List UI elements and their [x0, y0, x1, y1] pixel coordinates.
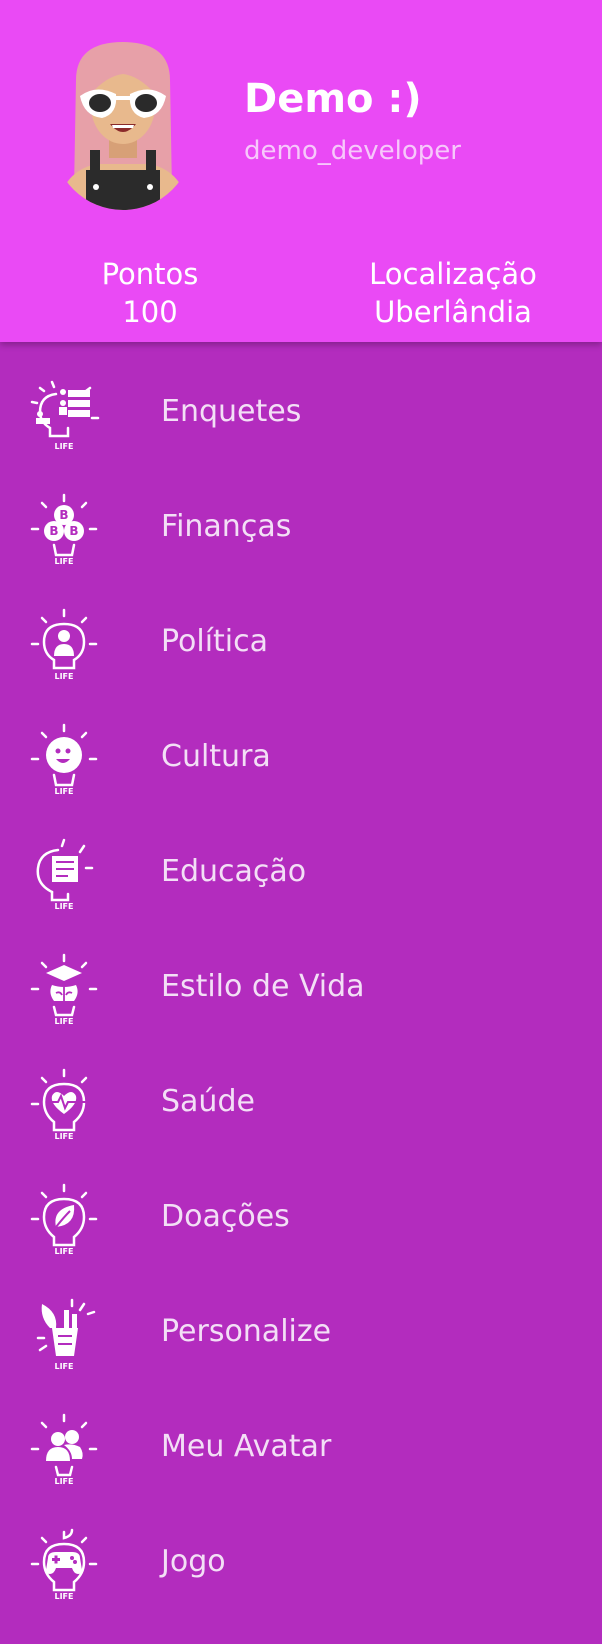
life-caption: LIFE — [54, 902, 73, 910]
menu-label: Personalize — [161, 1314, 332, 1349]
menu-label: Enquetes — [161, 394, 302, 429]
svg-text:B: B — [49, 524, 58, 538]
menu-label: Finanças — [161, 509, 292, 544]
menu-item-cultura[interactable]: LIFE Cultura — [0, 701, 602, 816]
menu-label: Jogo — [161, 1544, 226, 1579]
life-caption: LIFE — [54, 787, 73, 795]
life-caption: LIFE — [54, 1477, 73, 1485]
menu-item-financas[interactable]: BBB LIFE Finanças — [0, 471, 602, 586]
menu-item-estilo-de-vida[interactable]: LIFE Estilo de Vida — [0, 931, 602, 1046]
location-value: Uberlândia — [374, 295, 532, 329]
life-caption: LIFE — [54, 1017, 73, 1025]
avatar[interactable] — [56, 40, 190, 216]
life-caption: LIFE — [54, 442, 73, 450]
points-label: Pontos — [101, 257, 199, 291]
menu-item-meu-avatar[interactable]: LIFE Meu Avatar — [0, 1391, 602, 1506]
menu-item-saude[interactable]: LIFE Saúde — [0, 1046, 602, 1161]
menu-label: Saúde — [161, 1084, 255, 1119]
menu-item-jogo[interactable]: LIFE Jogo — [0, 1506, 602, 1621]
bitcoin-bulb-icon: BB B LIFE — [30, 493, 98, 565]
menu-label: Doações — [161, 1199, 290, 1234]
points-value: 100 — [122, 295, 178, 329]
menu-item-educacao[interactable]: LIFE Educação — [0, 816, 602, 931]
heartbeat-bulb-icon: LIFE — [30, 1068, 88, 1140]
life-caption: LIFE — [54, 1362, 73, 1370]
points-stat: Pontos 100 — [50, 255, 250, 331]
chalkboard-bulb-icon: LIFE — [36, 838, 94, 910]
menu-label: Meu Avatar — [161, 1429, 332, 1464]
menu-item-doacoes[interactable]: LIFE Doações — [0, 1161, 602, 1276]
menu-label: Estilo de Vida — [161, 969, 365, 1004]
profile-header: Demo :) demo_developer Pontos 100 Locali… — [0, 0, 602, 342]
life-caption: LIFE — [54, 1132, 73, 1140]
profile-name: Demo :) — [244, 76, 422, 122]
menu-item-personalize[interactable]: LIFE Personalize — [0, 1276, 602, 1391]
location-stat: Localização Uberlândia — [353, 255, 553, 331]
menu-item-enquetes[interactable]: LIFE Enquetes — [0, 356, 602, 471]
gamepad-bulb-icon: LIFE — [30, 1528, 98, 1600]
poll-bulb-icon: LIFE — [30, 380, 100, 450]
menu-label: Política — [161, 624, 269, 659]
leaf-bulb-icon: LIFE — [30, 1183, 98, 1255]
users-bulb-icon: LIFE — [30, 1413, 98, 1485]
location-label: Localização — [369, 257, 537, 291]
menu-label: Cultura — [161, 739, 271, 774]
menu-item-politica[interactable]: LIFE Política — [0, 586, 602, 701]
svg-text:B: B — [69, 524, 78, 538]
paint-tools-bulb-icon: LIFE — [36, 1298, 96, 1370]
life-caption: LIFE — [54, 1247, 73, 1255]
graduation-brain-bulb-icon: LIFE — [30, 953, 98, 1025]
life-caption: LIFE — [54, 557, 73, 565]
profile-username: demo_developer — [244, 136, 461, 166]
politician-bulb-icon: LIFE — [30, 608, 98, 680]
category-menu: LIFE Enquetes BBB LIFE Finanças LIFE Pol… — [0, 356, 602, 1621]
svg-text:B: B — [59, 508, 68, 522]
theater-masks-bulb-icon: LIFE — [30, 723, 98, 795]
life-caption: LIFE — [54, 1592, 73, 1600]
menu-label: Educação — [161, 854, 307, 889]
life-caption: LIFE — [54, 672, 73, 680]
